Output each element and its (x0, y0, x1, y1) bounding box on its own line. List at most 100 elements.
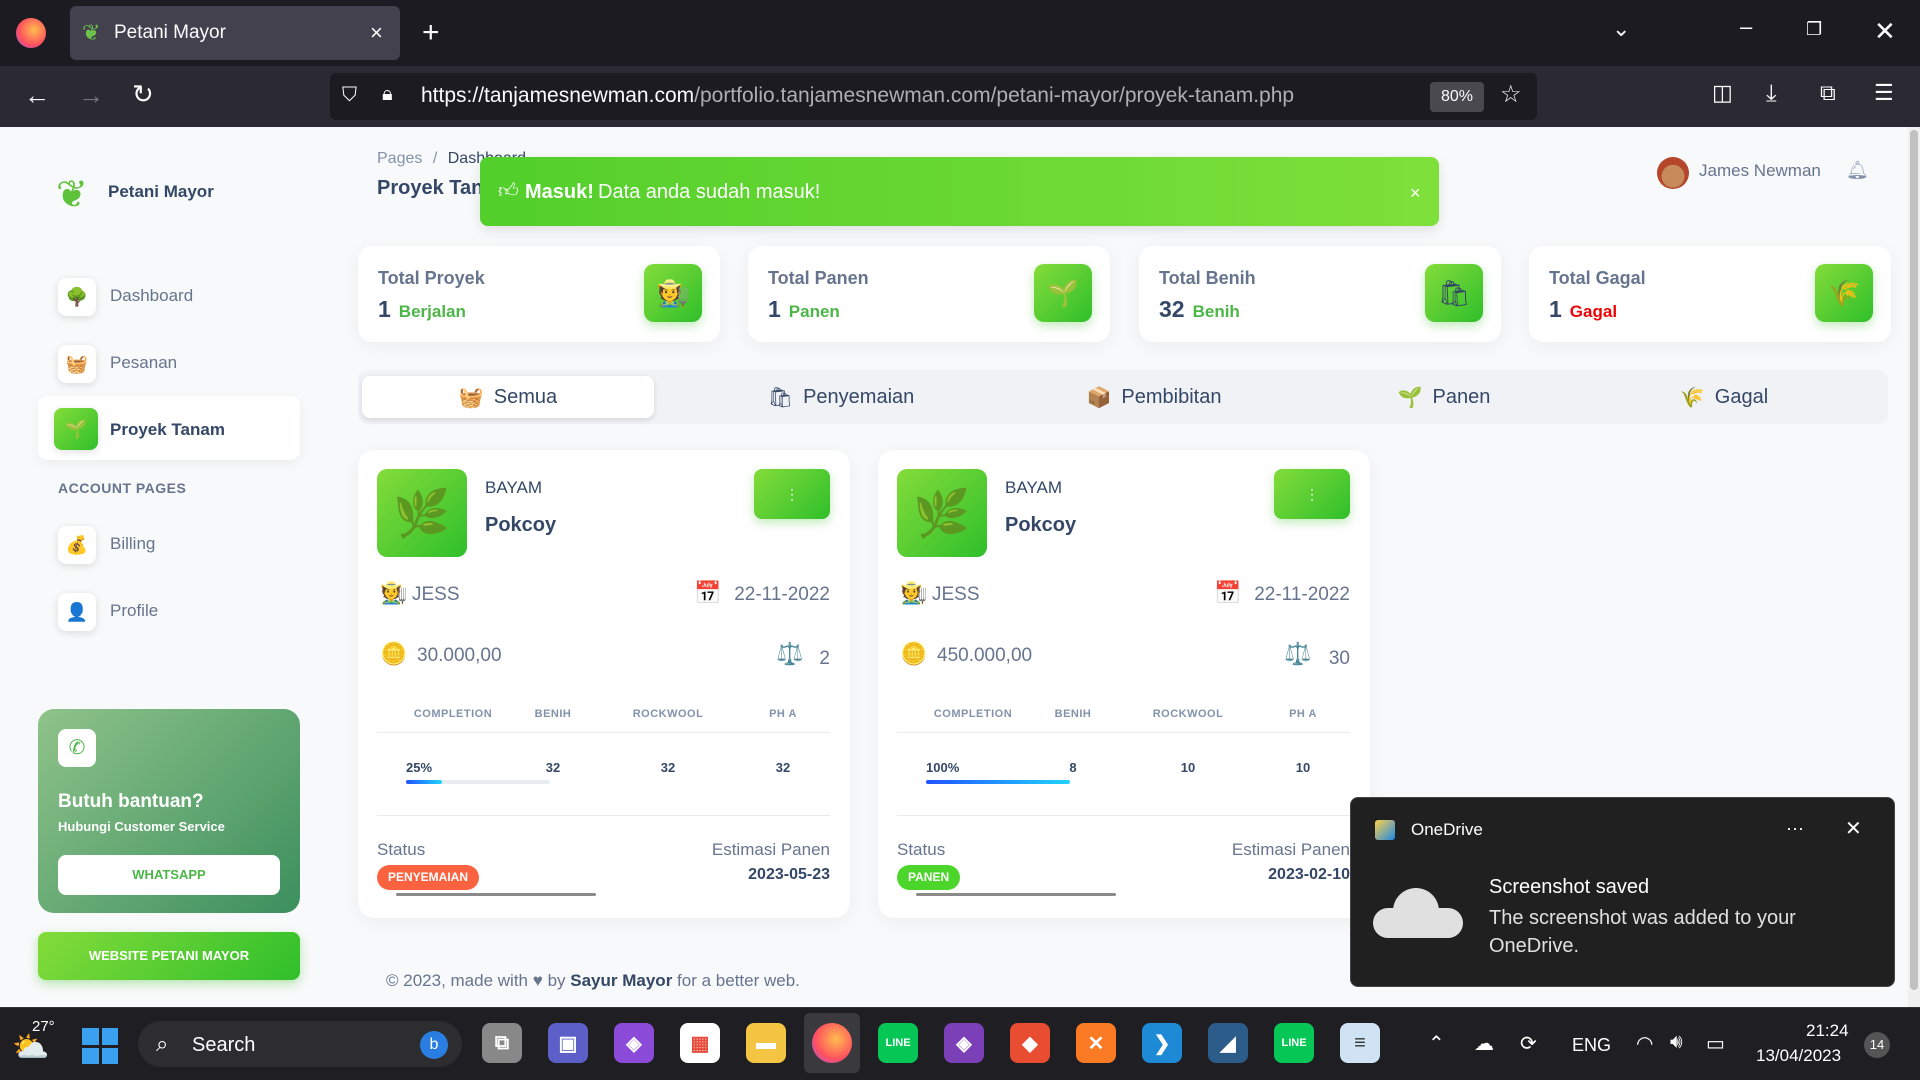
zoom-level-button[interactable]: 80% (1430, 82, 1484, 112)
sidebar-item-proyek-tanam[interactable]: 🌱 Proyek Tanam (38, 396, 300, 460)
language-indicator[interactable]: ENG (1572, 1035, 1611, 1056)
coin-icon: 🪙 (900, 641, 928, 666)
visual-studio-icon[interactable]: ◈ (614, 1023, 654, 1063)
wifi-icon[interactable]: ◠ (1636, 1031, 1653, 1056)
sync-tray-icon[interactable]: ⟳ (1520, 1031, 1537, 1056)
sidebar-item-profile[interactable]: 👤 Profile (38, 577, 300, 641)
project-action-button[interactable]: ⋮ (754, 469, 830, 519)
weather-icon[interactable]: ⛅ (12, 1030, 49, 1065)
clock-time[interactable]: 21:24 (1806, 1021, 1849, 1041)
onedrive-icon (1375, 820, 1395, 840)
back-icon[interactable]: ← (24, 82, 50, 108)
success-alert: 👍︎ Masuk! Data anda sudah masuk! × (480, 157, 1439, 226)
restore-icon[interactable]: ❐ (1806, 20, 1822, 38)
table-header: ROCKWOOL (1152, 708, 1224, 720)
website-petani-mayor-button[interactable]: WEBSITE PETANI MAYOR (38, 932, 300, 980)
new-tab-icon[interactable]: + (422, 18, 440, 48)
toast-more-button[interactable]: ··· (1786, 818, 1804, 839)
completion-progress-fill (406, 780, 442, 784)
breadcrumb-root[interactable]: Pages (377, 150, 422, 167)
farmer-icon: 🧑‍🌾 (644, 264, 702, 322)
line-2-icon[interactable]: LINE (1274, 1023, 1314, 1063)
whatsapp-button[interactable]: WHATSAPP (58, 855, 280, 895)
reload-icon[interactable]: ↻ (132, 81, 154, 107)
table-header: ROCKWOOL (632, 708, 704, 720)
pocket-icon[interactable]: ◫ (1712, 82, 1733, 104)
completion-value: 100% (926, 760, 960, 775)
basket-icon: 🧺 (58, 345, 96, 383)
vscode-icon[interactable]: ❯ (1142, 1023, 1182, 1063)
help-title: Butuh bantuan? (58, 791, 204, 812)
whatsapp-icon: ✆ (58, 729, 96, 767)
store-icon[interactable]: ▦ (680, 1023, 720, 1063)
git-icon[interactable]: ◆ (1010, 1023, 1050, 1063)
tracking-protection-icon[interactable]: ⛉ (342, 85, 357, 105)
project-category: BAYAM (485, 478, 542, 497)
forward-icon[interactable]: → (78, 82, 104, 108)
estimasi-label: Estimasi Panen (711, 840, 830, 859)
tab-title: Petani Mayor (114, 22, 226, 43)
alert-close-button[interactable]: × (1410, 183, 1421, 204)
teams-icon[interactable]: ▣ (548, 1023, 588, 1063)
basket-icon: 🧺 (458, 386, 484, 409)
status-badge: PANEN (897, 865, 961, 890)
downloads-icon[interactable]: ⤓ (1766, 82, 1777, 106)
close-window-icon[interactable]: ✕ (1874, 18, 1896, 44)
cloud-icon (1373, 888, 1463, 938)
completion-progress-fill (926, 780, 1070, 784)
hamburger-menu-icon[interactable]: ☰ (1874, 82, 1894, 104)
scrollbar-thumb[interactable] (1910, 130, 1918, 990)
tab-panen[interactable]: 🌱 Panen (1298, 376, 1590, 418)
firefox-icon[interactable] (812, 1023, 852, 1063)
minimize-icon[interactable]: – (1740, 16, 1752, 38)
table-divider (897, 732, 1350, 733)
notepad-icon[interactable]: ≡ (1340, 1023, 1380, 1063)
project-card: 🌿 BAYAM Pokcoy ⋮ 🧑‍🌾 JESS 📅 22-11-2022 🪙… (358, 450, 850, 918)
mysql-workbench-icon[interactable]: ◢ (1208, 1023, 1248, 1063)
volume-icon[interactable]: 🔊︎ (1670, 1031, 1683, 1054)
bell-icon[interactable]: 🔔︎ (1846, 160, 1869, 181)
help-subtitle: Hubungi Customer Service (58, 819, 225, 834)
project-action-button[interactable]: ⋮ (1274, 469, 1350, 519)
leaf-favicon-icon: ❦ (82, 20, 101, 45)
list-all-tabs-icon[interactable]: ⌄ (1612, 18, 1630, 40)
footer-author-link[interactable]: Sayur Mayor (570, 971, 672, 990)
task-view-icon[interactable]: ⧉ (482, 1023, 522, 1063)
table-header: PH A (769, 708, 797, 720)
tab-pembibitan[interactable]: 📦 Pembibitan (1008, 376, 1300, 418)
line-icon[interactable]: LINE (878, 1023, 918, 1063)
visual-studio-2-icon[interactable]: ◈ (944, 1023, 984, 1063)
url-text[interactable]: https://tanjamesnewman.com/portfolio.tan… (421, 84, 1294, 108)
sidebar-item-pesanan[interactable]: 🧺 Pesanan (38, 329, 300, 393)
tab-gagal[interactable]: 🌾 Gagal (1578, 376, 1870, 418)
taskbar-search-box[interactable]: ⌕ Search b (138, 1021, 462, 1067)
file-explorer-icon[interactable]: ▬ (746, 1023, 786, 1063)
sidebar-item-billing[interactable]: 💰 Billing (38, 510, 300, 574)
tab-semua[interactable]: 🧺 Semua (362, 376, 654, 418)
onedrive-notification[interactable]: OneDrive ··· ✕ Screenshot saved The scre… (1350, 797, 1895, 987)
stat-title: Total Proyek (378, 268, 485, 288)
extensions-icon[interactable]: ⧉ (1820, 82, 1836, 104)
firefox-menu-icon[interactable] (16, 18, 46, 48)
battery-icon[interactable]: ▭ (1706, 1031, 1725, 1056)
sidebar-item-dashboard[interactable]: 🌳 Dashboard (38, 262, 300, 326)
sidebar-item-label: Pesanan (110, 353, 178, 372)
user-name[interactable]: James Newman (1699, 161, 1821, 181)
clock-date[interactable]: 13/04/2023 (1756, 1046, 1841, 1066)
tab-penyemaian[interactable]: 🛍 Penyemaian (695, 376, 987, 418)
tray-chevron-icon[interactable]: ⌃ (1428, 1031, 1445, 1056)
onedrive-tray-icon[interactable]: ☁ (1474, 1031, 1494, 1056)
seed-bag-icon: 🛍 (767, 386, 794, 409)
bing-icon[interactable]: b (420, 1031, 448, 1059)
windows-start-icon[interactable] (82, 1028, 118, 1064)
rockwool-value: 32 (660, 760, 676, 775)
ph-value: 32 (775, 760, 791, 775)
avatar[interactable] (1657, 157, 1689, 189)
bookmark-star-icon[interactable]: ☆ (1500, 83, 1522, 107)
notification-count-badge[interactable]: 14 (1864, 1032, 1890, 1058)
tab-close-icon[interactable]: × (370, 20, 383, 46)
table-header: BENIH (1054, 708, 1092, 720)
sprout-icon: 🌱 (1034, 264, 1092, 322)
xampp-icon[interactable]: ✕ (1076, 1023, 1116, 1063)
toast-close-icon[interactable]: ✕ (1845, 816, 1862, 841)
